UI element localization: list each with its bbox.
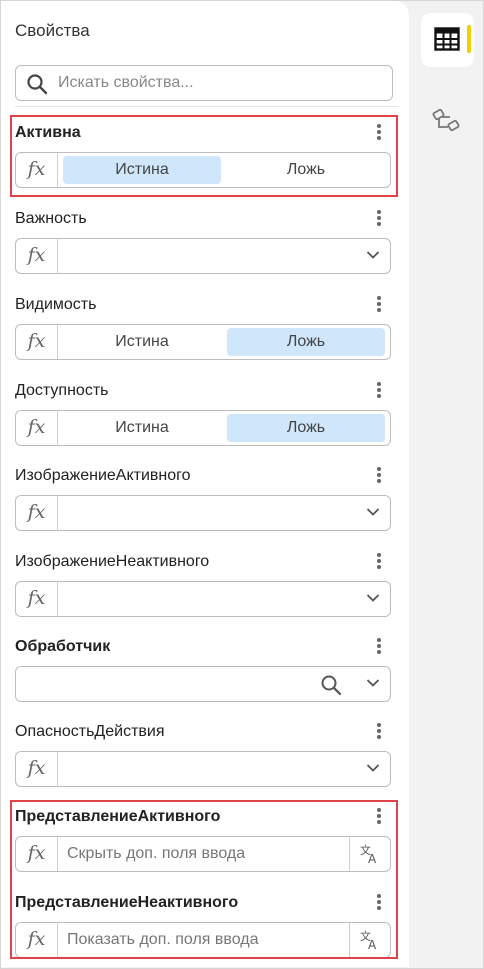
property-label: Видимость xyxy=(15,296,97,313)
property-row: Обработчик xyxy=(15,638,391,704)
more-vertical-icon[interactable] xyxy=(375,636,383,656)
chevron-down-icon[interactable] xyxy=(366,250,380,260)
toggle-true-option[interactable]: Истина xyxy=(63,414,221,442)
more-vertical-icon[interactable] xyxy=(375,721,383,741)
property-label: ИзображениеНеактивного xyxy=(15,553,210,570)
property-row: ОпасностьДействия fx xyxy=(15,723,391,789)
property-row: Доступность fx Истина Ложь xyxy=(15,382,391,448)
chevron-down-icon[interactable] xyxy=(366,763,380,773)
more-vertical-icon[interactable] xyxy=(375,208,383,228)
search-input[interactable]: Искать свойства... xyxy=(15,65,393,101)
property-row: Важность fx xyxy=(15,210,391,276)
property-control[interactable]: fx Истина Ложь xyxy=(15,324,391,360)
property-row: ИзображениеАктивного fx xyxy=(15,467,391,533)
fx-button[interactable]: fx xyxy=(16,411,58,445)
property-label: ОпасностьДействия xyxy=(15,723,165,740)
property-label: Обработчик xyxy=(15,638,111,655)
toggle-false-option[interactable]: Ложь xyxy=(227,328,385,356)
more-vertical-icon[interactable] xyxy=(375,294,383,314)
property-control[interactable]: fx xyxy=(15,495,391,531)
fx-button[interactable]: fx xyxy=(16,496,58,530)
more-vertical-icon[interactable] xyxy=(375,551,383,571)
tab-structure[interactable] xyxy=(430,106,466,136)
tree-structure-icon xyxy=(432,108,460,132)
search-icon[interactable] xyxy=(320,674,342,696)
highlight-box-active xyxy=(10,115,398,197)
panel-title: Свойства xyxy=(15,21,90,40)
divider xyxy=(15,106,399,107)
toggle-true-option[interactable]: Истина xyxy=(63,328,221,356)
property-control[interactable]: fx Истина Ложь xyxy=(15,410,391,446)
property-row: Видимость fx Истина Ложь xyxy=(15,296,391,362)
fx-button[interactable]: fx xyxy=(16,752,58,786)
property-control[interactable]: fx xyxy=(15,238,391,274)
property-label: Доступность xyxy=(15,382,109,399)
properties-panel: Свойства Искать свойства... Активна fx Ист… xyxy=(1,1,409,967)
property-control[interactable]: fx xyxy=(15,581,391,617)
active-tab-marker xyxy=(467,25,471,53)
search-icon xyxy=(27,74,48,95)
property-row: ИзображениеНеактивного fx xyxy=(15,553,391,619)
fx-button[interactable]: fx xyxy=(16,582,58,616)
toggle-false-option[interactable]: Ложь xyxy=(227,414,385,442)
fx-button[interactable]: fx xyxy=(16,239,58,273)
property-control[interactable] xyxy=(15,666,391,702)
more-vertical-icon[interactable] xyxy=(375,380,383,400)
table-icon xyxy=(434,27,460,51)
chevron-down-icon[interactable] xyxy=(366,507,380,517)
property-control[interactable]: fx xyxy=(15,751,391,787)
more-vertical-icon[interactable] xyxy=(375,465,383,485)
highlight-box-representation xyxy=(10,800,398,959)
property-label: ИзображениеАктивного xyxy=(15,467,191,484)
property-label: Важность xyxy=(15,210,87,227)
tab-properties[interactable] xyxy=(421,13,474,67)
fx-button[interactable]: fx xyxy=(16,325,58,359)
chevron-down-icon[interactable] xyxy=(366,678,380,688)
chevron-down-icon[interactable] xyxy=(366,593,380,603)
search-placeholder: Искать свойства... xyxy=(58,74,194,91)
